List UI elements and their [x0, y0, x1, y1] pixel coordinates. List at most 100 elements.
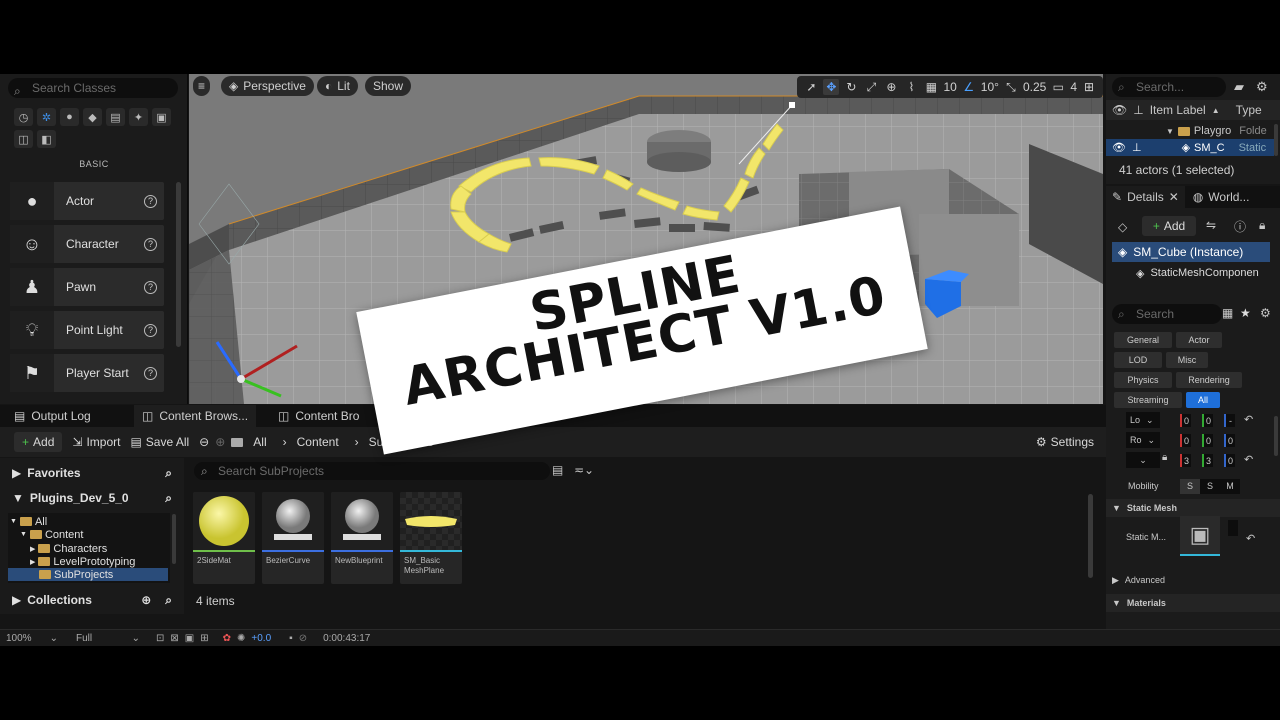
- view-mode-dropdown[interactable]: Full ⌄: [76, 633, 140, 644]
- tree-row-characters[interactable]: ▶ Characters: [30, 542, 188, 555]
- asset-tile-beziercurve[interactable]: BezierCurve: [262, 492, 324, 584]
- outliner-search-input[interactable]: ⌕ Search...: [1112, 77, 1226, 97]
- filter-physics[interactable]: Physics: [1114, 372, 1172, 388]
- exposure-offset[interactable]: +0.0: [251, 633, 271, 644]
- frame-icon[interactable]: ⊡: [156, 633, 164, 644]
- import-button[interactable]: ⇲ Import: [72, 435, 120, 449]
- camera-speed-value[interactable]: 4: [1070, 80, 1077, 94]
- filter-lod[interactable]: LOD: [1114, 352, 1162, 368]
- filter-misc[interactable]: Misc: [1166, 352, 1208, 368]
- expand-arrow-icon[interactable]: ▼: [1166, 127, 1174, 136]
- location-y[interactable]: 0: [1202, 414, 1213, 427]
- zoom-dropdown[interactable]: 100% ⌄: [6, 633, 58, 644]
- search-classes-input[interactable]: ⌕ Search Classes: [8, 78, 178, 98]
- rotation-snap-icon[interactable]: ∠: [961, 79, 977, 95]
- convert-blueprint-icon[interactable]: ⇋: [1206, 218, 1216, 232]
- rotation-x[interactable]: 0: [1180, 434, 1191, 447]
- help-icon[interactable]: ?: [144, 366, 157, 380]
- filter-icon[interactable]: ≂⌄: [574, 463, 594, 477]
- lit-button[interactable]: ◐ Lit: [317, 76, 358, 96]
- color-channels-icon[interactable]: ✿: [223, 633, 231, 644]
- lights-icon[interactable]: ●: [60, 108, 79, 126]
- rotation-z[interactable]: 0: [1224, 434, 1235, 447]
- layout-icon[interactable]: ⊞: [1081, 79, 1097, 95]
- tab-details[interactable]: ✎ Details ✕: [1106, 186, 1185, 208]
- star-icon[interactable]: ★: [1240, 306, 1251, 320]
- scale-snap-value[interactable]: 0.25: [1023, 80, 1046, 94]
- scale-z[interactable]: 0: [1224, 454, 1235, 467]
- help-icon[interactable]: ?: [144, 323, 157, 337]
- close-icon[interactable]: ✕: [1169, 190, 1179, 204]
- forward-icon[interactable]: ⊕: [215, 435, 225, 449]
- help-icon[interactable]: ?: [144, 280, 157, 294]
- show-button[interactable]: Show: [365, 76, 412, 96]
- asset-scrollbar[interactable]: [1088, 494, 1093, 578]
- static-mesh-picker[interactable]: [1228, 520, 1238, 536]
- add-collection-icon[interactable]: ⊕: [141, 593, 151, 607]
- grid-icon[interactable]: ⊞: [200, 633, 208, 644]
- visual-effects-icon[interactable]: ✦: [129, 108, 148, 126]
- link-icon[interactable]: ⊘: [299, 633, 307, 644]
- location-x[interactable]: 0: [1180, 414, 1191, 427]
- rotation-snap-value[interactable]: 10°: [981, 80, 999, 94]
- scale-snap-icon[interactable]: ⤡: [1003, 79, 1019, 95]
- tree-row-content[interactable]: ▼ Content: [20, 528, 178, 541]
- outliner-row-selected[interactable]: 👁︎ ⊥ ◈ SM_C Static: [1106, 139, 1274, 156]
- help-icon[interactable]: ?: [144, 194, 157, 208]
- filter-all[interactable]: All: [1186, 392, 1220, 408]
- col-type[interactable]: Type: [1236, 103, 1262, 117]
- tree-row-all[interactable]: ▼ All: [10, 515, 168, 528]
- project-header[interactable]: ▼ Plugins_Dev_5_0 ⌕: [0, 486, 184, 510]
- grid-snap-icon[interactable]: ▦: [923, 79, 939, 95]
- section-materials[interactable]: ▼ Materials: [1106, 594, 1280, 612]
- lock-icon[interactable]: 🔒︎: [1259, 218, 1265, 233]
- tab-world-settings[interactable]: ◍ World...: [1185, 190, 1258, 204]
- camera-speed-icon[interactable]: ▭: [1050, 79, 1066, 95]
- outliner-scrollbar[interactable]: [1274, 124, 1278, 156]
- help-icon[interactable]: ⓘ: [1234, 218, 1246, 235]
- basic-shapes-icon[interactable]: ✲: [37, 108, 56, 126]
- scale-dropdown[interactable]: ⌄: [1126, 452, 1160, 468]
- tree-row-subprojects[interactable]: SubProjects: [8, 568, 168, 581]
- volumes-icon[interactable]: ▣: [152, 108, 171, 126]
- table-view-icon[interactable]: ▦: [1222, 306, 1233, 320]
- section-static-mesh[interactable]: ▼ Static Mesh: [1106, 499, 1280, 517]
- actor-item-actor[interactable]: ● Actor ?: [10, 182, 164, 220]
- save-all-button[interactable]: ▤ Save All: [130, 435, 189, 449]
- add-button[interactable]: + Add: [14, 432, 63, 452]
- folder-icon[interactable]: [231, 437, 244, 447]
- exposure-icon[interactable]: ✺: [237, 633, 245, 644]
- breadcrumb-all[interactable]: All: [253, 435, 266, 449]
- filter-actor[interactable]: Actor: [1176, 332, 1222, 348]
- pin-icon[interactable]: ⊥: [1133, 103, 1143, 117]
- favorites-header[interactable]: ▶ Favorites ⌕: [0, 461, 184, 485]
- component-row-instance[interactable]: ◈ SM_Cube (Instance): [1112, 242, 1270, 262]
- component-row-static-mesh[interactable]: ◈ StaticMeshComponen: [1126, 264, 1276, 282]
- collections-header[interactable]: ▶ Collections ⊕ ⌕: [0, 588, 184, 612]
- tab-content-browser-1[interactable]: ◫ Content Brows...: [134, 405, 257, 427]
- search-icon[interactable]: ⌕: [165, 466, 172, 481]
- eye-icon[interactable]: 👁︎: [1112, 103, 1127, 117]
- grid-snap-value[interactable]: 10: [943, 80, 956, 94]
- geometry-icon[interactable]: ◧: [37, 130, 56, 148]
- reset-icon[interactable]: ↶: [1246, 532, 1255, 545]
- perspective-button[interactable]: ◈ Perspective: [221, 76, 314, 96]
- search-icon[interactable]: ⌕: [165, 593, 172, 608]
- add-component-button[interactable]: + Add: [1142, 216, 1196, 236]
- eye-icon[interactable]: 👁︎: [1112, 141, 1126, 154]
- all-classes-icon[interactable]: ◫: [14, 130, 33, 148]
- asset-tile-sm-basic-meshplane[interactable]: SM_Basic MeshPlane: [400, 492, 462, 584]
- cinematic-icon[interactable]: ▤: [106, 108, 125, 126]
- tree-scrollbar[interactable]: [172, 514, 176, 564]
- viewport-menu-button[interactable]: ≡: [193, 76, 211, 96]
- static-mesh-thumbnail[interactable]: ▣: [1180, 516, 1220, 556]
- actor-item-point-light[interactable]: 💡︎ Point Light ?: [10, 311, 164, 349]
- mobility-static[interactable]: S: [1180, 479, 1200, 494]
- scale-icon[interactable]: ⤢: [863, 79, 879, 95]
- asset-tile-2sidemat[interactable]: 2SideMat: [193, 492, 255, 584]
- rotate-icon[interactable]: ↻: [843, 79, 859, 95]
- actor-item-pawn[interactable]: ♟ Pawn ?: [10, 268, 164, 306]
- section-advanced[interactable]: ▶ Advanced: [1106, 571, 1280, 589]
- place-actors-scrollbar[interactable]: [176, 182, 181, 347]
- col-item-label[interactable]: Item Label: [1150, 103, 1206, 117]
